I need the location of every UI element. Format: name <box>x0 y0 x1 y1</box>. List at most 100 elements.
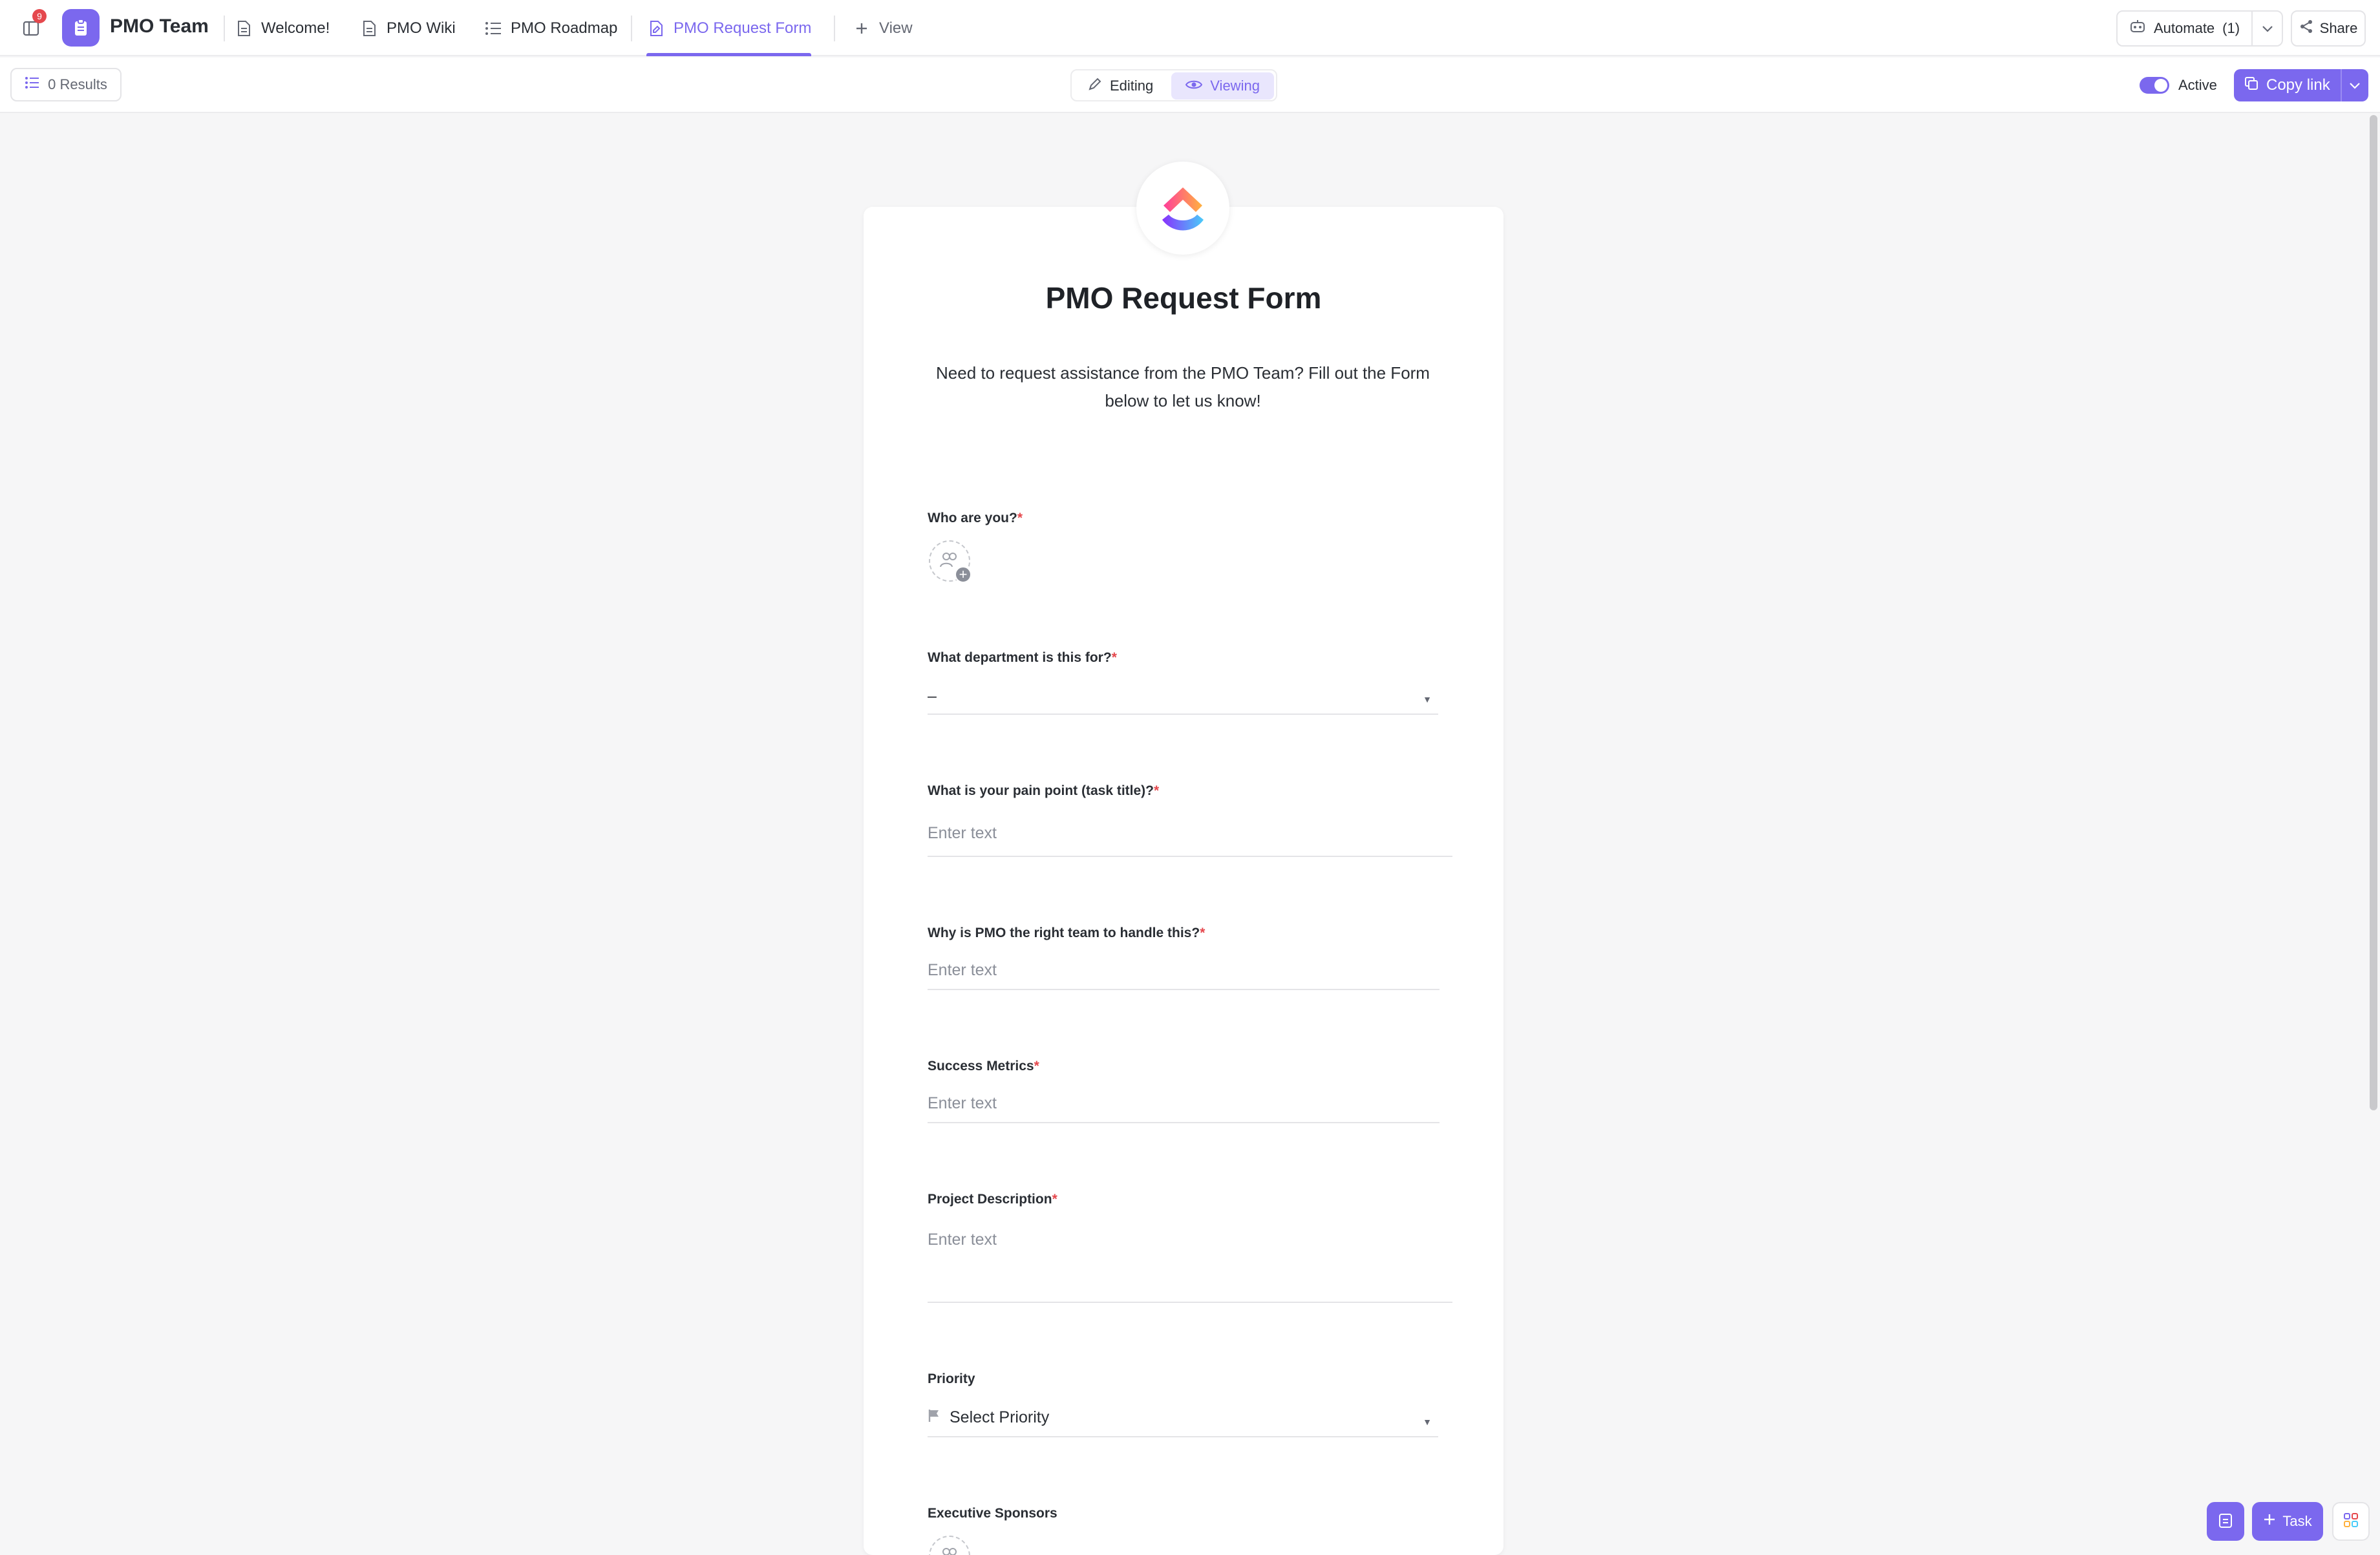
question-text: Success Metrics <box>928 1059 1034 1074</box>
divider <box>224 16 225 41</box>
flag-icon <box>928 1408 940 1427</box>
question-label: Executive Sponsors <box>928 1506 1057 1521</box>
plus-icon <box>852 19 871 38</box>
active-toggle[interactable]: Active <box>2140 77 2217 94</box>
apps-grid-icon <box>2343 1512 2359 1531</box>
divider <box>631 16 632 41</box>
pain-point-input[interactable]: Enter text <box>928 814 1452 857</box>
plus-icon: + <box>955 566 972 583</box>
list-icon <box>483 19 503 38</box>
question-label: Why is PMO the right team to handle this… <box>928 926 1205 941</box>
question-text: What is your pain point (task title)? <box>928 783 1154 798</box>
clipboard-icon[interactable] <box>62 9 100 47</box>
mode-toggle: Editing Viewing <box>1070 69 1277 101</box>
chevron-down-icon[interactable] <box>2342 81 2368 89</box>
tab-label: Welcome! <box>261 19 330 37</box>
required-marker: * <box>1111 650 1117 665</box>
question-label: What is your pain point (task title)?* <box>928 783 1159 799</box>
question-label: What department is this for?* <box>928 650 1117 666</box>
chevron-down-icon[interactable] <box>2253 25 2282 32</box>
copy-link-label: Copy link <box>2266 76 2330 94</box>
add-view-label: View <box>879 19 913 37</box>
assignee-picker[interactable]: + <box>929 540 972 583</box>
results-label: 0 Results <box>48 76 107 92</box>
plus-icon <box>2263 1513 2276 1530</box>
question-text: Priority <box>928 1371 975 1386</box>
clickup-logo <box>1136 162 1229 255</box>
input-placeholder: Enter text <box>928 824 997 842</box>
robot-icon <box>2129 19 2146 38</box>
copy-icon <box>2244 76 2258 95</box>
required-marker: * <box>1154 783 1160 798</box>
input-placeholder: Enter text <box>928 1231 997 1249</box>
dropdown-value: – <box>928 687 937 705</box>
caret-down-icon: ▼ <box>1423 1417 1432 1427</box>
tab-pmo-request-form[interactable]: PMO Request Form <box>646 0 812 56</box>
add-task-button[interactable]: Task <box>2252 1502 2323 1541</box>
question-label: Project Description* <box>928 1192 1057 1207</box>
editing-mode-button[interactable]: Editing <box>1074 72 1167 100</box>
priority-value: Select Priority <box>928 1408 1049 1436</box>
question-text: Why is PMO the right team to handle this… <box>928 926 1200 940</box>
results-button[interactable]: 0 Results <box>10 68 122 101</box>
tab-pmo-wiki[interactable]: PMO Wiki <box>359 0 456 56</box>
priority-dropdown[interactable]: Select Priority ▼ <box>928 1399 1438 1437</box>
question-text: Project Description <box>928 1192 1052 1207</box>
question-label: Success Metrics* <box>928 1059 1039 1074</box>
viewing-label: Viewing <box>1210 78 1260 94</box>
department-dropdown[interactable]: – ▼ <box>928 676 1438 715</box>
clipboard-icon <box>2218 1512 2233 1532</box>
divider <box>834 16 835 41</box>
question-text: Who are you? <box>928 511 1017 525</box>
form-icon <box>646 19 666 38</box>
question-text: What department is this for? <box>928 650 1112 665</box>
scrollbar[interactable] <box>2370 115 2377 1110</box>
caret-down-icon: ▼ <box>1423 694 1432 704</box>
share-button[interactable]: Share <box>2291 10 2366 47</box>
tab-pmo-roadmap[interactable]: PMO Roadmap <box>483 0 617 56</box>
copy-link-button[interactable]: Copy link <box>2234 69 2368 101</box>
share-icon <box>2299 19 2313 37</box>
view-toolbar: 0 Results Editing Viewing Active Copy li… <box>0 58 2380 113</box>
doc-icon <box>234 19 253 38</box>
task-label: Task <box>2282 1513 2312 1529</box>
input-placeholder: Enter text <box>928 1094 997 1112</box>
tab-label: PMO Wiki <box>387 19 456 37</box>
required-marker: * <box>1017 511 1023 525</box>
automate-button[interactable]: Automate (1) <box>2116 10 2283 47</box>
list-icon <box>25 76 40 94</box>
question-label: Who are you?* <box>928 511 1023 526</box>
success-metrics-input[interactable]: Enter text <box>928 1090 1440 1123</box>
required-marker: * <box>1200 926 1206 940</box>
add-view-button[interactable]: View <box>852 0 913 56</box>
form-title: PMO Request Form <box>1045 281 1322 315</box>
form-description: Need to request assistance from the PMO … <box>936 363 1430 410</box>
dropdown-value: Select Priority <box>950 1408 1050 1426</box>
eye-icon <box>1185 78 1203 94</box>
active-label: Active <box>2178 77 2217 93</box>
tab-label: PMO Request Form <box>674 19 812 37</box>
pencil-icon <box>1088 77 1102 95</box>
share-label: Share <box>2319 20 2358 36</box>
question-label: Priority <box>928 1371 975 1387</box>
automate-count: (1) <box>2222 20 2240 36</box>
required-marker: * <box>1052 1192 1057 1207</box>
people-icon <box>939 1547 961 1555</box>
toggle-switch[interactable] <box>2140 77 2169 94</box>
top-bar: 9 PMO Team Welcome! PMO Wiki PMO Roadmap… <box>0 0 2380 56</box>
why-pmo-input[interactable]: Enter text <box>928 957 1440 990</box>
apps-button[interactable] <box>2332 1502 2370 1541</box>
required-marker: * <box>1034 1059 1039 1074</box>
tab-label: PMO Roadmap <box>511 19 618 37</box>
space-name[interactable]: PMO Team <box>110 16 209 37</box>
tab-welcome[interactable]: Welcome! <box>234 0 330 56</box>
project-description-textarea[interactable]: Enter text <box>928 1223 1452 1303</box>
editing-label: Editing <box>1110 78 1154 94</box>
automate-label: Automate <box>2154 20 2215 36</box>
viewing-mode-button[interactable]: Viewing <box>1171 72 1274 100</box>
question-text: Executive Sponsors <box>928 1506 1057 1521</box>
notification-badge: 9 <box>32 9 47 23</box>
doc-icon <box>359 19 379 38</box>
input-placeholder: Enter text <box>928 961 997 979</box>
doc-button[interactable] <box>2207 1502 2244 1541</box>
